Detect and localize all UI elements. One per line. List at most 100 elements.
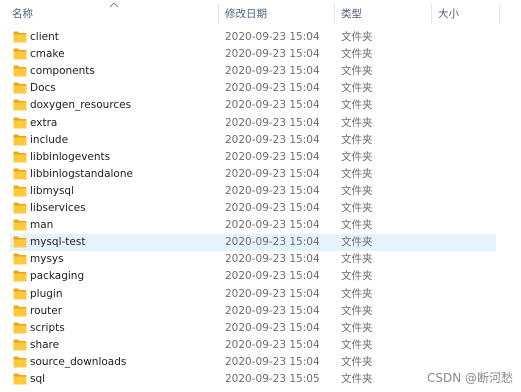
file-name: cmake <box>30 48 65 61</box>
file-date-modified: 2020-09-23 15:04 <box>225 150 320 163</box>
column-header-name[interactable]: 名称 <box>6 0 218 28</box>
file-date-modified: 2020-09-23 15:04 <box>225 236 320 249</box>
file-name: sql <box>30 373 46 385</box>
file-date-modified: 2020-09-23 15:04 <box>225 133 320 146</box>
file-date-modified: 2020-09-23 15:04 <box>225 304 320 317</box>
file-row[interactable]: libservices 2020-09-23 15:04 文件夹 <box>10 200 496 217</box>
file-type: 文件夹 <box>341 82 373 95</box>
folder-icon <box>13 65 27 77</box>
file-type: 文件夹 <box>341 167 373 180</box>
file-date-modified: 2020-09-23 15:04 <box>225 270 320 283</box>
folder-icon <box>13 82 27 94</box>
file-type: 文件夹 <box>341 373 373 385</box>
folder-icon <box>13 117 27 128</box>
folder-icon <box>13 48 27 60</box>
file-date-modified: 2020-09-23 15:04 <box>225 31 320 43</box>
file-row[interactable]: cmake 2020-09-23 15:04 文件夹 <box>10 46 496 63</box>
file-date-modified: 2020-09-23 15:04 <box>225 253 320 266</box>
file-date-modified: 2020-09-23 15:04 <box>225 99 320 112</box>
column-header-date-modified[interactable]: 修改日期 <box>219 0 335 28</box>
folder-icon <box>13 270 27 282</box>
file-row[interactable]: mysql-test 2020-09-23 15:04 文件夹 <box>10 234 496 252</box>
file-type: 文件夹 <box>341 287 373 300</box>
file-name: libbinlogstandalone <box>30 167 133 180</box>
file-date-modified: 2020-09-23 15:04 <box>225 287 320 300</box>
file-date-modified: 2020-09-23 15:05 <box>225 373 320 385</box>
file-name: man <box>30 219 54 232</box>
file-date-modified: 2020-09-23 15:04 <box>225 338 320 351</box>
file-type: 文件夹 <box>341 48 373 61</box>
file-name: include <box>30 133 69 146</box>
file-name: libbinlogevents <box>30 150 111 163</box>
file-date-modified: 2020-09-23 15:04 <box>225 355 320 368</box>
file-explorer-window: 名称 修改日期 类型 大小 client 2020-09-23 15:04 文件夹 c… <box>0 0 521 392</box>
file-name: client <box>30 31 59 43</box>
file-type: 文件夹 <box>341 99 373 112</box>
file-row[interactable]: libbinlogstandalone 2020-09-23 15:04 文件夹 <box>10 166 496 183</box>
folder-icon <box>13 202 27 214</box>
folder-icon <box>13 151 27 163</box>
folder-icon <box>13 305 27 317</box>
file-date-modified: 2020-09-23 15:04 <box>225 184 320 197</box>
folder-icon <box>13 168 27 180</box>
file-row[interactable]: router 2020-09-23 15:04 文件夹 <box>10 303 496 320</box>
file-row[interactable]: share 2020-09-23 15:04 文件夹 <box>10 337 496 354</box>
file-row[interactable]: scripts 2020-09-23 15:04 文件夹 <box>10 320 496 337</box>
file-date-modified: 2020-09-23 15:04 <box>225 202 320 214</box>
file-name: mysys <box>30 253 64 266</box>
file-type: 文件夹 <box>341 150 373 163</box>
file-row[interactable]: components 2020-09-23 15:04 文件夹 <box>10 63 496 80</box>
file-row[interactable]: mysys 2020-09-23 15:04 文件夹 <box>10 251 496 268</box>
file-row[interactable]: include 2020-09-23 15:04 文件夹 <box>10 132 496 149</box>
file-type: 文件夹 <box>341 321 373 334</box>
column-header-size[interactable]: 大小 <box>432 0 500 28</box>
file-row[interactable]: packaging 2020-09-23 15:04 文件夹 <box>10 268 496 285</box>
file-row[interactable]: client 2020-09-23 15:04 文件夹 <box>10 29 496 46</box>
file-date-modified: 2020-09-23 15:04 <box>225 167 320 180</box>
file-type: 文件夹 <box>341 304 373 317</box>
file-row[interactable]: source_downloads 2020-09-23 15:04 文件夹 <box>10 354 496 371</box>
file-type: 文件夹 <box>341 253 373 266</box>
file-name: extra <box>30 116 58 129</box>
file-row[interactable]: sql 2020-09-23 15:05 文件夹 <box>10 371 496 388</box>
column-header-bar: 名称 修改日期 类型 大小 <box>0 0 521 28</box>
folder-icon <box>13 322 27 334</box>
file-type: 文件夹 <box>341 219 373 232</box>
folder-icon <box>13 356 27 368</box>
folder-icon <box>13 99 27 111</box>
file-type: 文件夹 <box>341 65 373 78</box>
column-header-type[interactable]: 类型 <box>335 0 432 28</box>
file-date-modified: 2020-09-23 15:04 <box>225 219 320 232</box>
file-name: mysql-test <box>30 236 86 249</box>
file-type: 文件夹 <box>341 133 373 146</box>
file-name: source_downloads <box>30 355 127 368</box>
file-name: libservices <box>30 202 86 214</box>
file-date-modified: 2020-09-23 15:04 <box>225 82 320 95</box>
folder-icon <box>13 236 27 248</box>
file-name: libmysql <box>30 184 74 197</box>
file-row[interactable]: libmysql 2020-09-23 15:04 文件夹 <box>10 183 496 200</box>
file-row[interactable]: extra 2020-09-23 15:04 文件夹 <box>10 115 496 132</box>
file-type: 文件夹 <box>341 355 373 368</box>
file-row[interactable]: plugin 2020-09-23 15:04 文件夹 <box>10 286 496 303</box>
folder-icon <box>13 373 27 385</box>
file-name: components <box>30 65 95 78</box>
file-row[interactable]: Docs 2020-09-23 15:04 文件夹 <box>10 80 496 97</box>
file-type: 文件夹 <box>341 116 373 129</box>
file-row[interactable]: doxygen_resources 2020-09-23 15:04 文件夹 <box>10 97 496 114</box>
folder-icon <box>13 288 27 299</box>
folder-icon <box>13 219 27 231</box>
file-row[interactable]: libbinlogevents 2020-09-23 15:04 文件夹 <box>10 149 496 166</box>
column-separator[interactable] <box>499 4 500 24</box>
file-date-modified: 2020-09-23 15:04 <box>225 116 320 129</box>
file-date-modified: 2020-09-23 15:04 <box>225 65 320 78</box>
file-row[interactable]: man 2020-09-23 15:04 文件夹 <box>10 217 496 234</box>
file-name: doxygen_resources <box>30 99 132 112</box>
file-type: 文件夹 <box>341 338 373 351</box>
file-type: 文件夹 <box>341 202 373 214</box>
file-type: 文件夹 <box>341 184 373 197</box>
file-type: 文件夹 <box>341 31 373 43</box>
file-date-modified: 2020-09-23 15:04 <box>225 48 320 61</box>
file-date-modified: 2020-09-23 15:04 <box>225 321 320 334</box>
file-name: scripts <box>30 321 65 334</box>
